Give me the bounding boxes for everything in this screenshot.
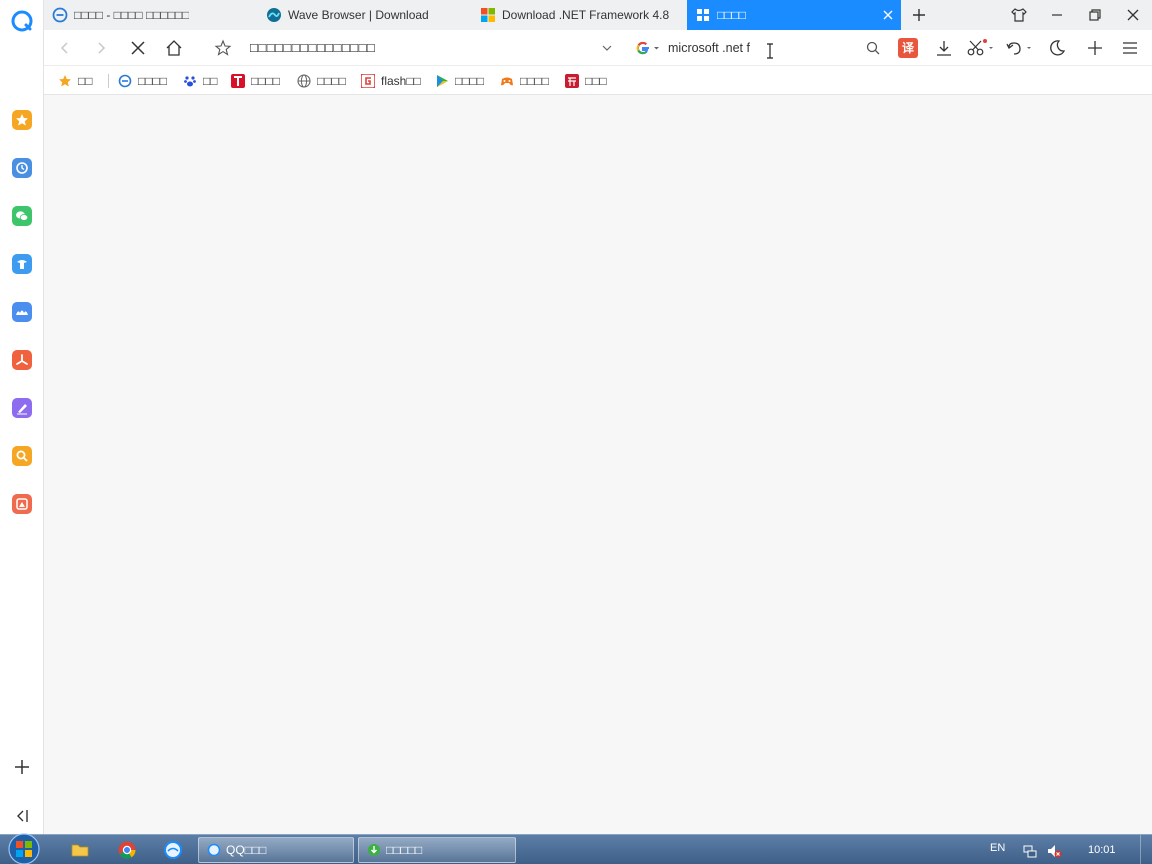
bookmark-label: □□□□ (317, 74, 346, 88)
bookmark-item[interactable]: □□□□ (118, 72, 167, 90)
grid-icon (697, 9, 709, 21)
network-icon[interactable] (1022, 843, 1038, 859)
taskbar-task-label: QQ□□□ (226, 843, 267, 857)
home-icon[interactable] (165, 39, 183, 57)
bookmarks-bar: □□ □□□□ □□ □□□□ □□□□ flash□□ □□□□ □□□□ □… (44, 66, 1152, 95)
paw-icon (184, 76, 196, 87)
bookmark-label: □□ (78, 74, 93, 88)
bookmark-item[interactable]: □□ (183, 72, 218, 90)
tab-label: Wave Browser | Download (288, 8, 429, 22)
bookmark-label: □□□□ (455, 74, 484, 88)
tab-item[interactable]: Wave Browser | Download (258, 0, 472, 30)
clock[interactable]: 10:01 (1088, 844, 1116, 856)
menu-hamburger-icon[interactable] (1121, 39, 1139, 57)
sidebar-search-icon[interactable] (12, 446, 32, 466)
bookmark-label: flash□□ (381, 74, 421, 88)
wave-browser-icon (267, 8, 281, 22)
sidebar-collapse-icon[interactable] (12, 806, 32, 826)
tab-label: Download .NET Framework 4.8 (502, 8, 670, 22)
bookmark-item[interactable]: □□□□ (500, 72, 549, 90)
sidebar (0, 0, 44, 834)
bookmark-star-icon[interactable] (214, 39, 232, 57)
file-explorer-icon[interactable] (70, 840, 90, 860)
taskbar-task[interactable]: QQ□□□ (198, 837, 354, 863)
volume-muted-icon[interactable] (1046, 843, 1062, 859)
tmall-icon (231, 74, 245, 88)
ie-icon (52, 7, 68, 23)
bookmark-label: □□ (203, 74, 218, 88)
flash-icon (361, 74, 375, 88)
bookmark-label: □□□□ (138, 74, 167, 88)
bookmark-item[interactable]: □□□ (565, 72, 607, 90)
address-bar[interactable]: □□□□□□□□□□□□□□□ (250, 38, 616, 58)
bookmark-label: □□□ (585, 74, 607, 88)
tab-label: □□□□ (717, 8, 746, 22)
add-icon[interactable] (1086, 39, 1104, 57)
ie-icon (118, 74, 132, 88)
qq-browser-icon[interactable] (163, 840, 183, 860)
tab-item[interactable]: Download .NET Framework 4.8 (472, 0, 686, 30)
night-mode-moon-icon[interactable] (1048, 39, 1066, 57)
skin-shirt-icon[interactable] (1010, 6, 1028, 24)
chrome-icon[interactable] (117, 840, 137, 860)
translate-button[interactable]: 译 (898, 38, 918, 58)
bookmark-separator (108, 74, 109, 88)
text-cursor-icon (767, 43, 773, 59)
tab-strip: □□□□ - □□□□ □□□□□□ Wave Browser | Downlo… (44, 0, 1152, 30)
screenshot-scissors-icon[interactable] (967, 39, 997, 57)
sidebar-history-icon[interactable] (12, 158, 32, 178)
language-indicator[interactable]: EN (990, 842, 1005, 854)
bookmark-label: □□□□ (520, 74, 549, 88)
sidebar-wechat-icon[interactable] (12, 206, 32, 226)
game-controller-icon (501, 77, 513, 86)
qq-browser-icon (207, 843, 221, 857)
restore-icon[interactable] (1086, 6, 1104, 24)
sidebar-images-icon[interactable] (12, 494, 32, 514)
star-icon (59, 75, 71, 87)
close-icon[interactable] (1124, 6, 1142, 24)
tab-item[interactable]: □□□□ - □□□□ □□□□□□ (44, 0, 258, 30)
page-content (44, 96, 1152, 834)
play-icon (437, 75, 448, 87)
windows-logo-icon (481, 8, 495, 22)
sidebar-favorites-icon[interactable] (12, 110, 32, 130)
globe-icon (297, 74, 311, 88)
bookmark-item[interactable]: □□□□ (231, 72, 280, 90)
toolbar: □□□□□□□□□□□□□□□ 译 (44, 30, 1152, 66)
search-input[interactable] (668, 39, 858, 57)
search-icon[interactable] (865, 40, 881, 56)
tab-close-icon[interactable] (881, 8, 895, 22)
bookmark-item[interactable]: □□□□ (297, 72, 346, 90)
chevron-down-icon[interactable] (600, 41, 614, 55)
new-tab-icon[interactable] (910, 6, 928, 24)
forward-icon[interactable] (92, 39, 110, 57)
taskbar-task[interactable]: □□□□□ (358, 837, 516, 863)
sidebar-cloud-icon[interactable] (12, 302, 32, 322)
google-icon[interactable] (634, 39, 664, 57)
sidebar-tools-icon[interactable] (12, 254, 32, 274)
bookmark-item[interactable]: □□ (58, 72, 93, 90)
taskbar-task-label: □□□□□ (386, 843, 423, 857)
windows-start-icon[interactable] (4, 833, 44, 864)
sidebar-add-icon[interactable] (12, 757, 32, 777)
taobao-icon (565, 74, 579, 88)
show-desktop-button[interactable] (1140, 835, 1152, 864)
download-icon[interactable] (935, 39, 953, 57)
tab-label: □□□□ - □□□□ □□□□□□ (74, 8, 190, 22)
back-icon[interactable] (56, 39, 74, 57)
stop-loading-icon[interactable] (129, 39, 147, 57)
bookmark-label: □□□□ (251, 74, 280, 88)
bookmark-item[interactable]: flash□□ (361, 72, 421, 90)
taskbar: QQ□□□ □□□□□ EN 10:01 (0, 833, 1152, 864)
download-icon (368, 844, 380, 856)
tab-item-active[interactable]: □□□□ (687, 0, 901, 30)
sidebar-pdf-icon[interactable] (12, 350, 32, 370)
qq-browser-logo-icon[interactable] (11, 10, 33, 32)
bookmark-item[interactable]: □□□□ (435, 72, 484, 90)
sidebar-notes-icon[interactable] (12, 398, 32, 418)
minimize-icon[interactable] (1048, 6, 1066, 24)
undo-icon[interactable] (1005, 39, 1035, 57)
